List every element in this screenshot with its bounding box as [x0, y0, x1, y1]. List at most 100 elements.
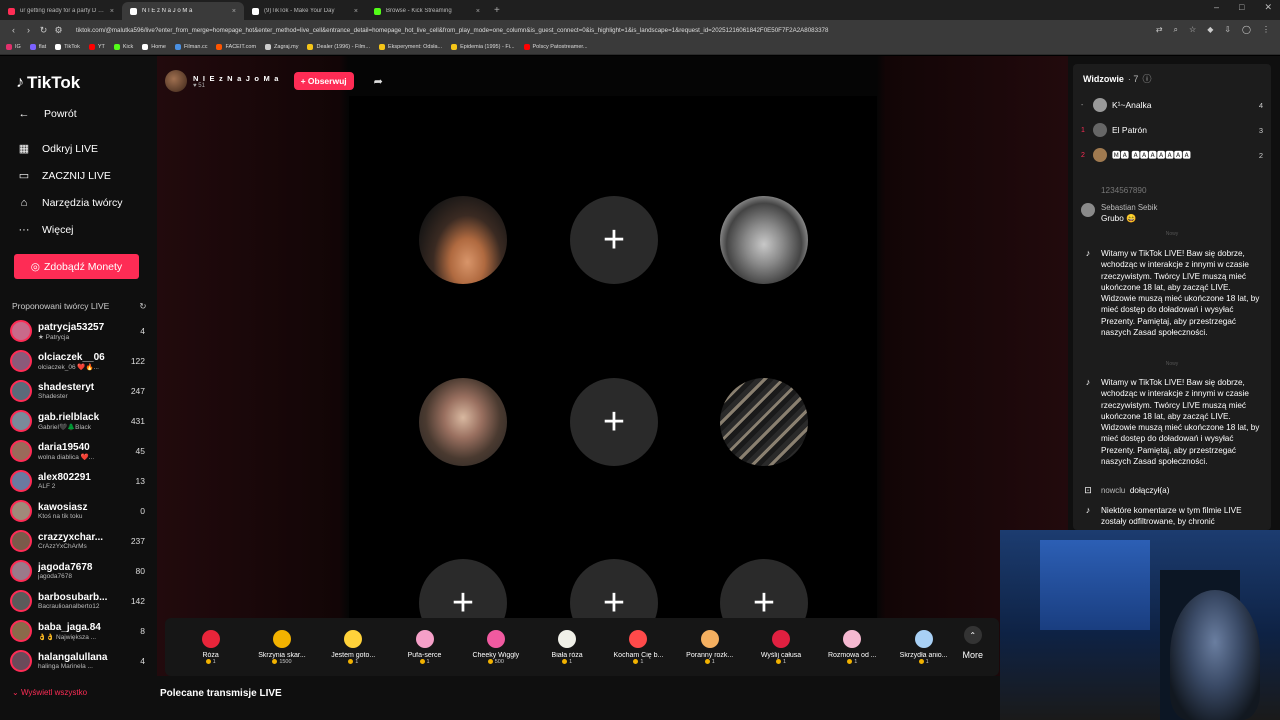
follow-button[interactable]: + Obserwuj	[293, 72, 354, 90]
bookmark-item[interactable]: Dealer (1996) - Film...	[307, 44, 370, 50]
creator-item[interactable]: gab.rielblack Gabriel🖤🌲Black 431	[10, 408, 145, 434]
creator-item[interactable]: alex802291 ALF 2 13	[10, 468, 145, 494]
chat-username[interactable]: Sebastian Sebik	[1101, 202, 1157, 213]
close-icon[interactable]: ×	[110, 8, 114, 15]
download-icon[interactable]: ⇩	[1224, 25, 1231, 35]
creator-avatar[interactable]	[10, 650, 32, 672]
creator-item[interactable]: halangalullana halinga Marinela ... 4	[10, 648, 145, 674]
get-coins-button[interactable]: ◎ Zdobądź Monety	[14, 254, 139, 279]
nav-more[interactable]: ··· Więcej	[17, 224, 74, 236]
show-all-creators-link[interactable]: ⌄ Wyświetl wszystko	[12, 688, 87, 697]
reload-icon[interactable]: ↻	[36, 25, 51, 36]
creator-item[interactable]: olciaczek__06 olciaczek_06 ❤️🔥... 122	[10, 348, 145, 374]
gift-item[interactable]: Róża 1	[175, 629, 246, 665]
menu-icon[interactable]: ⋮	[1262, 25, 1270, 35]
creator-item[interactable]: patrycja53257 ★ Patrycja 4	[10, 318, 145, 344]
bookmark-item[interactable]: YT	[88, 44, 105, 50]
host-avatar[interactable]	[165, 70, 187, 92]
extension-icon[interactable]: ◆	[1207, 25, 1213, 35]
bookmark-item[interactable]: Kick	[113, 44, 133, 50]
viewer-row[interactable]: 1 El Patrón 3	[1081, 121, 1263, 139]
bookmark-item[interactable]: Epidemia (1995) - Fi...	[451, 44, 515, 50]
guest-video[interactable]	[720, 378, 808, 466]
bookmark-item[interactable]: Zagraj.my	[265, 44, 298, 50]
zoom-icon[interactable]: ⌕	[1174, 25, 1178, 35]
maximize-icon[interactable]: □	[1239, 2, 1244, 13]
gift-item[interactable]: Pufa-serce 1	[389, 629, 460, 665]
bookmark-item[interactable]: Polscy Patostreamer...	[523, 44, 588, 50]
refresh-icon[interactable]: ↻	[139, 301, 146, 312]
bookmark-item[interactable]: TikTok	[55, 44, 80, 50]
viewer-row[interactable]: 2 🅼🅰 🅰🅰🅰🅰🅰🅰🅰 2	[1081, 146, 1263, 164]
translate-icon[interactable]: ⇄	[1156, 25, 1163, 35]
bookmark-item[interactable]: flat	[29, 44, 46, 50]
guest-video[interactable]	[419, 196, 507, 284]
chat-avatar[interactable]	[1081, 203, 1095, 217]
bookmark-item[interactable]: FACEIT.com	[216, 44, 256, 50]
gift-item[interactable]: Wyślij całusa 1	[745, 629, 816, 665]
gift-item[interactable]: Cheeky Wiggly 500	[460, 629, 531, 665]
more-gifts-button[interactable]: ⌃ More	[962, 626, 983, 660]
bookmark-item[interactable]: Filman.cc	[174, 44, 207, 50]
creator-item[interactable]: kawosiasz Ktoś na tik toku 0	[10, 498, 145, 524]
close-window-icon[interactable]: ✕	[1264, 2, 1272, 13]
info-icon[interactable]: ⓘ	[1142, 72, 1151, 85]
bookmark-item[interactable]: Home	[142, 44, 166, 50]
browser-tab[interactable]: Browse - Kick Streaming ×	[366, 2, 488, 20]
gift-item[interactable]: Skrzynia skar... 1500	[246, 629, 317, 665]
viewer-avatar[interactable]	[1093, 123, 1107, 137]
url-field[interactable]: tiktok.com/@malutka596/live?enter_from_m…	[76, 27, 1076, 34]
creator-avatar[interactable]	[10, 320, 32, 342]
gift-item[interactable]: Poranny rozk... 1	[674, 629, 745, 665]
share-icon[interactable]: ➦	[374, 75, 383, 88]
gift-item[interactable]: Kocham Cię b... 1	[603, 629, 674, 665]
back-icon[interactable]: ‹	[6, 25, 21, 35]
creator-item[interactable]: barbosubarb... Bacraulioanalberto12 142	[10, 588, 145, 614]
guest-video[interactable]	[720, 196, 808, 284]
new-tab-button[interactable]: +	[494, 5, 500, 16]
close-icon[interactable]: ×	[476, 8, 480, 15]
gift-item[interactable]: Biała róża 1	[531, 629, 602, 665]
viewer-avatar[interactable]	[1093, 148, 1107, 162]
nav-start-live[interactable]: ▭ ZACZNIJ LIVE	[17, 169, 111, 183]
browser-tab[interactable]: ur getting ready for a party D p... ×	[0, 2, 122, 20]
creator-item[interactable]: jagoda7678 jagoda7678 80	[10, 558, 145, 584]
creator-avatar[interactable]	[10, 590, 32, 612]
site-info-icon[interactable]: ⚙	[51, 25, 66, 36]
creator-item[interactable]: shadesteryt Shadester 247	[10, 378, 145, 404]
close-icon[interactable]: ×	[232, 8, 236, 15]
creator-avatar[interactable]	[10, 500, 32, 522]
nav-creator-tools[interactable]: ⌂ Narzędzia twórcy	[17, 197, 123, 209]
host-name[interactable]: N I E z N a J o M a	[193, 74, 280, 83]
creator-avatar[interactable]	[10, 470, 32, 492]
creator-avatar[interactable]	[10, 410, 32, 432]
guest-video[interactable]	[419, 378, 507, 466]
creator-item[interactable]: daria19540 wolna diablica ❤️... 45	[10, 438, 145, 464]
bookmark-item[interactable]: Eksperyment: Odsła...	[378, 44, 442, 50]
creator-avatar[interactable]	[10, 560, 32, 582]
empty-seat-button[interactable]: +	[570, 196, 658, 284]
nav-discover-live[interactable]: ▦ Odkryj LIVE	[17, 142, 98, 156]
browser-tab[interactable]: (9)TikTok - Make Your Day ×	[244, 2, 366, 20]
forward-icon[interactable]: ›	[21, 25, 36, 35]
gift-item[interactable]: Rozmowa od ... 1	[817, 629, 888, 665]
gift-item[interactable]: Jestem goto... 1	[318, 629, 389, 665]
creator-item[interactable]: crazzyxchar... CrAzzYxChArMs 237	[10, 528, 145, 554]
nav-back[interactable]: ← Powrót	[17, 108, 77, 120]
creator-avatar[interactable]	[10, 440, 32, 462]
creator-avatar[interactable]	[10, 530, 32, 552]
creator-item[interactable]: baba_jaga.84 👌👌 Największa ... 8	[10, 618, 145, 644]
viewer-row[interactable]: - K¹~Analka 4	[1081, 96, 1263, 114]
empty-seat-button[interactable]: +	[570, 378, 658, 466]
bookmark-item[interactable]: IG	[6, 44, 21, 50]
viewer-avatar[interactable]	[1093, 98, 1107, 112]
browser-tab[interactable]: N I E z N a J o M a ×	[122, 2, 244, 20]
profile-icon[interactable]: ◯	[1242, 25, 1251, 35]
minimize-icon[interactable]: –	[1214, 2, 1219, 13]
bookmark-star-icon[interactable]: ☆	[1189, 25, 1196, 35]
join-username[interactable]: nowclu	[1101, 486, 1125, 495]
creator-avatar[interactable]	[10, 350, 32, 372]
creator-avatar[interactable]	[10, 620, 32, 642]
creator-avatar[interactable]	[10, 380, 32, 402]
tiktok-logo[interactable]: ♪ TikTok	[16, 73, 80, 93]
